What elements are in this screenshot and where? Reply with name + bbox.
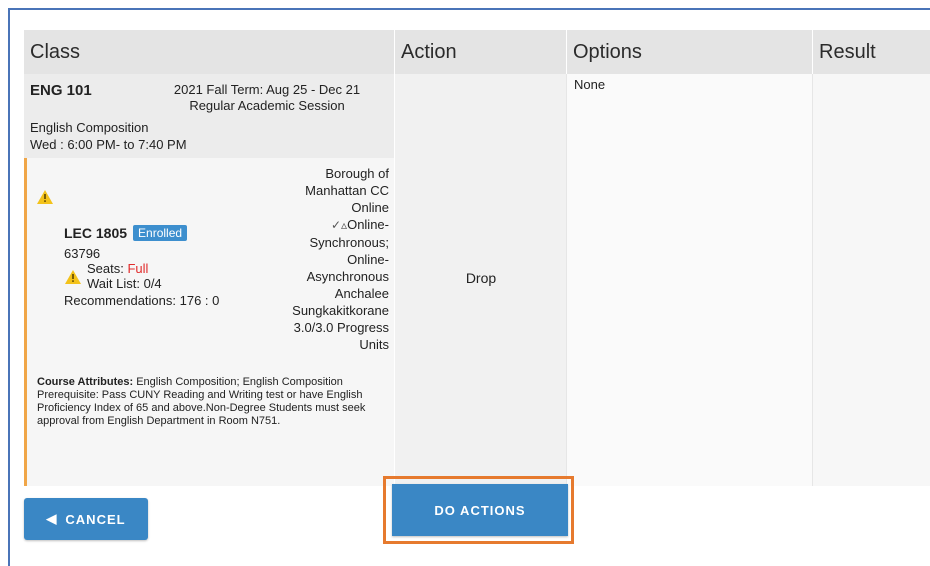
mode-line-2: Synchronous; (309, 235, 390, 250)
mode-line-1-row: ✓▵Online- (273, 216, 389, 234)
term-line-2: Regular Academic Session (189, 98, 345, 113)
mode-line-3: Online- (347, 252, 389, 267)
header-action: Action (394, 30, 566, 74)
recommendations: Recommendations: 176 : 0 (64, 293, 220, 308)
course-title: English Composition (30, 120, 149, 135)
cancel-button[interactable]: ◀ CANCEL (24, 498, 148, 540)
prerequisite: Prerequisite: Pass CUNY Reading and Writ… (37, 389, 366, 427)
action-cell: Drop (394, 74, 566, 486)
instructor-line-2: Sungkakitkorane (292, 303, 389, 318)
attributes-value: English Composition; English Composition (133, 376, 343, 388)
header-class: Class (24, 30, 394, 74)
header-result: Result (812, 30, 930, 74)
seats-status: Seats: Full (87, 261, 148, 276)
seats-label: Seats: (87, 261, 124, 276)
chevron-left-icon: ◀ (46, 511, 58, 526)
options-value: None (574, 77, 606, 92)
status-badge: Enrolled (133, 225, 188, 241)
campus-line-1: Borough of (325, 166, 389, 181)
course-code: ENG 101 (30, 82, 92, 99)
instruction-mode-icon: ✓▵ (331, 218, 348, 232)
attributes-row: Course Attributes: English Composition; … (37, 376, 389, 389)
cancel-label: CANCEL (65, 511, 126, 527)
header-options: Options (566, 30, 812, 74)
term-info: 2021 Fall Term: Aug 25 - Dec 21 Regular … (144, 82, 390, 114)
mode-line-1: Online- (347, 217, 389, 232)
course-attributes: Course Attributes: English Composition; … (37, 376, 389, 428)
warning-icon (37, 190, 53, 204)
course-summary: ENG 101 2021 Fall Term: Aug 25 - Dec 21 … (24, 74, 394, 158)
waitlist: Wait List: 0/4 (87, 276, 162, 291)
class-number: 63796 (64, 246, 101, 261)
attributes-label: Course Attributes: (37, 376, 134, 388)
instructor-line-1: Anchalee (334, 286, 389, 301)
units-line-1: 3.0/3.0 Progress (293, 320, 389, 335)
section-detail: LEC 1805 Enrolled 63796 Seats: Full Wait… (24, 158, 394, 486)
campus-line-3: Online (351, 200, 389, 215)
result-cell (812, 74, 930, 486)
section-header: LEC 1805 Enrolled (64, 225, 188, 241)
mode-line-4: Asynchronous (306, 269, 389, 284)
term-line-1: 2021 Fall Term: Aug 25 - Dec 21 (173, 82, 361, 97)
do-actions-button[interactable]: DO ACTIONS (392, 484, 568, 536)
course-schedule: Wed : 6:00 PM- to 7:40 PM (30, 137, 187, 152)
action-value: Drop (465, 270, 497, 286)
section-component: LEC 1805 (64, 225, 128, 241)
seats-value: Full (127, 261, 149, 276)
options-cell: None (566, 74, 812, 486)
section-location-info: Borough of Manhattan CC Online ✓▵Online-… (273, 165, 389, 353)
campus-line-2: Manhattan CC (305, 183, 389, 198)
units-line-2: Units (359, 337, 389, 352)
seats-warning-icon (65, 270, 81, 284)
